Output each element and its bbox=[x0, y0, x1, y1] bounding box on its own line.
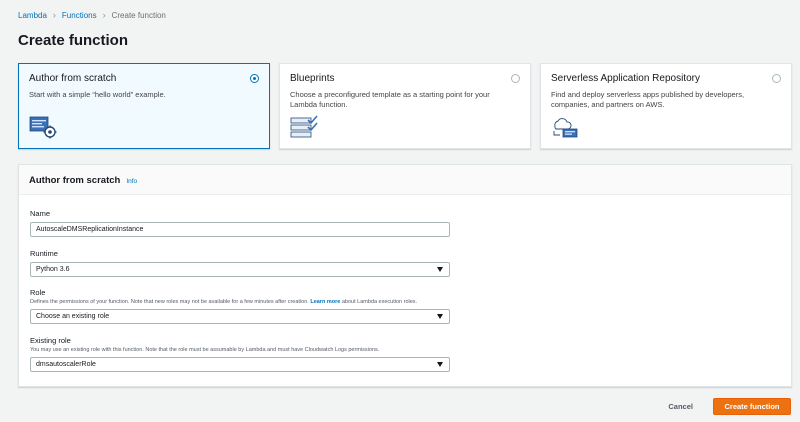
runtime-selected-value: Python 3.6 bbox=[36, 266, 70, 273]
panel-title: Author from scratch bbox=[29, 175, 121, 186]
function-name-input[interactable]: AutoscaleDMSReplicationInstance bbox=[30, 222, 450, 237]
footer-actions: Cancel Create function bbox=[664, 398, 791, 415]
runtime-select[interactable]: Python 3.6 bbox=[30, 262, 450, 277]
info-link[interactable]: Info bbox=[126, 178, 137, 185]
option-description: Choose a preconfigured template as a sta… bbox=[290, 90, 490, 109]
role-selected-value: Choose an existing role bbox=[36, 313, 110, 320]
code-gear-icon bbox=[29, 116, 57, 139]
runtime-label: Runtime bbox=[30, 249, 58, 258]
breadcrumb-current: Create function bbox=[111, 10, 166, 20]
learn-more-link[interactable]: Learn more bbox=[310, 299, 340, 305]
option-title: Blueprints bbox=[290, 73, 335, 84]
page-title: Create function bbox=[18, 32, 129, 49]
chevron-right-icon: › bbox=[102, 10, 106, 20]
caret-down-icon bbox=[437, 314, 443, 319]
option-description: Find and deploy serverless apps publishe… bbox=[551, 90, 745, 109]
option-description: Start with a simple “hello world” exampl… bbox=[29, 90, 166, 99]
caret-down-icon bbox=[437, 267, 443, 272]
name-label: Name bbox=[30, 209, 51, 218]
option-title: Serverless Application Repository bbox=[551, 73, 700, 84]
radio-author-from-scratch[interactable] bbox=[250, 74, 259, 83]
breadcrumb-functions-link[interactable]: Functions bbox=[62, 11, 97, 20]
option-title: Author from scratch bbox=[29, 73, 117, 84]
option-blueprints[interactable]: Blueprints Choose a preconfigured templa… bbox=[279, 63, 531, 149]
option-author-from-scratch[interactable]: Author from scratch Start with a simple … bbox=[18, 63, 270, 149]
cancel-button[interactable]: Cancel bbox=[664, 402, 697, 411]
panel-header: Author from scratch Info bbox=[19, 165, 791, 195]
name-field-group: Name AutoscaleDMSReplicationInstance bbox=[30, 209, 450, 237]
breadcrumb: Lambda › Functions › Create function bbox=[18, 10, 166, 20]
role-help-before: Defines the permissions of your function… bbox=[30, 299, 309, 305]
role-field-group: Role Defines the permissions of your fun… bbox=[30, 288, 450, 324]
existing-role-help-text: You may use an existing role with this f… bbox=[30, 347, 380, 353]
cloud-repository-icon bbox=[553, 118, 578, 138]
role-help-after: about Lambda execution roles. bbox=[341, 299, 418, 305]
chevron-right-icon: › bbox=[52, 10, 56, 20]
existing-role-label: Existing role bbox=[30, 336, 71, 345]
existing-role-select[interactable]: dmsautoscalerRole bbox=[30, 357, 450, 372]
role-help-text: Defines the permissions of your function… bbox=[30, 299, 450, 305]
breadcrumb-lambda-link[interactable]: Lambda bbox=[18, 11, 47, 20]
author-from-scratch-panel: Author from scratch Info Name AutoscaleD… bbox=[18, 164, 792, 387]
radio-serverless-app-repository[interactable] bbox=[772, 74, 781, 83]
blueprint-checklist-icon bbox=[290, 115, 318, 138]
create-function-button[interactable]: Create function bbox=[713, 398, 791, 415]
existing-role-selected-value: dmsautoscalerRole bbox=[36, 361, 96, 368]
runtime-field-group: Runtime Python 3.6 bbox=[30, 249, 450, 277]
option-serverless-app-repository[interactable]: Serverless Application Repository Find a… bbox=[540, 63, 792, 149]
radio-blueprints[interactable] bbox=[511, 74, 520, 83]
existing-role-field-group: Existing role You may use an existing ro… bbox=[30, 336, 450, 372]
role-label: Role bbox=[30, 288, 46, 297]
caret-down-icon bbox=[437, 362, 443, 367]
role-select[interactable]: Choose an existing role bbox=[30, 309, 450, 324]
